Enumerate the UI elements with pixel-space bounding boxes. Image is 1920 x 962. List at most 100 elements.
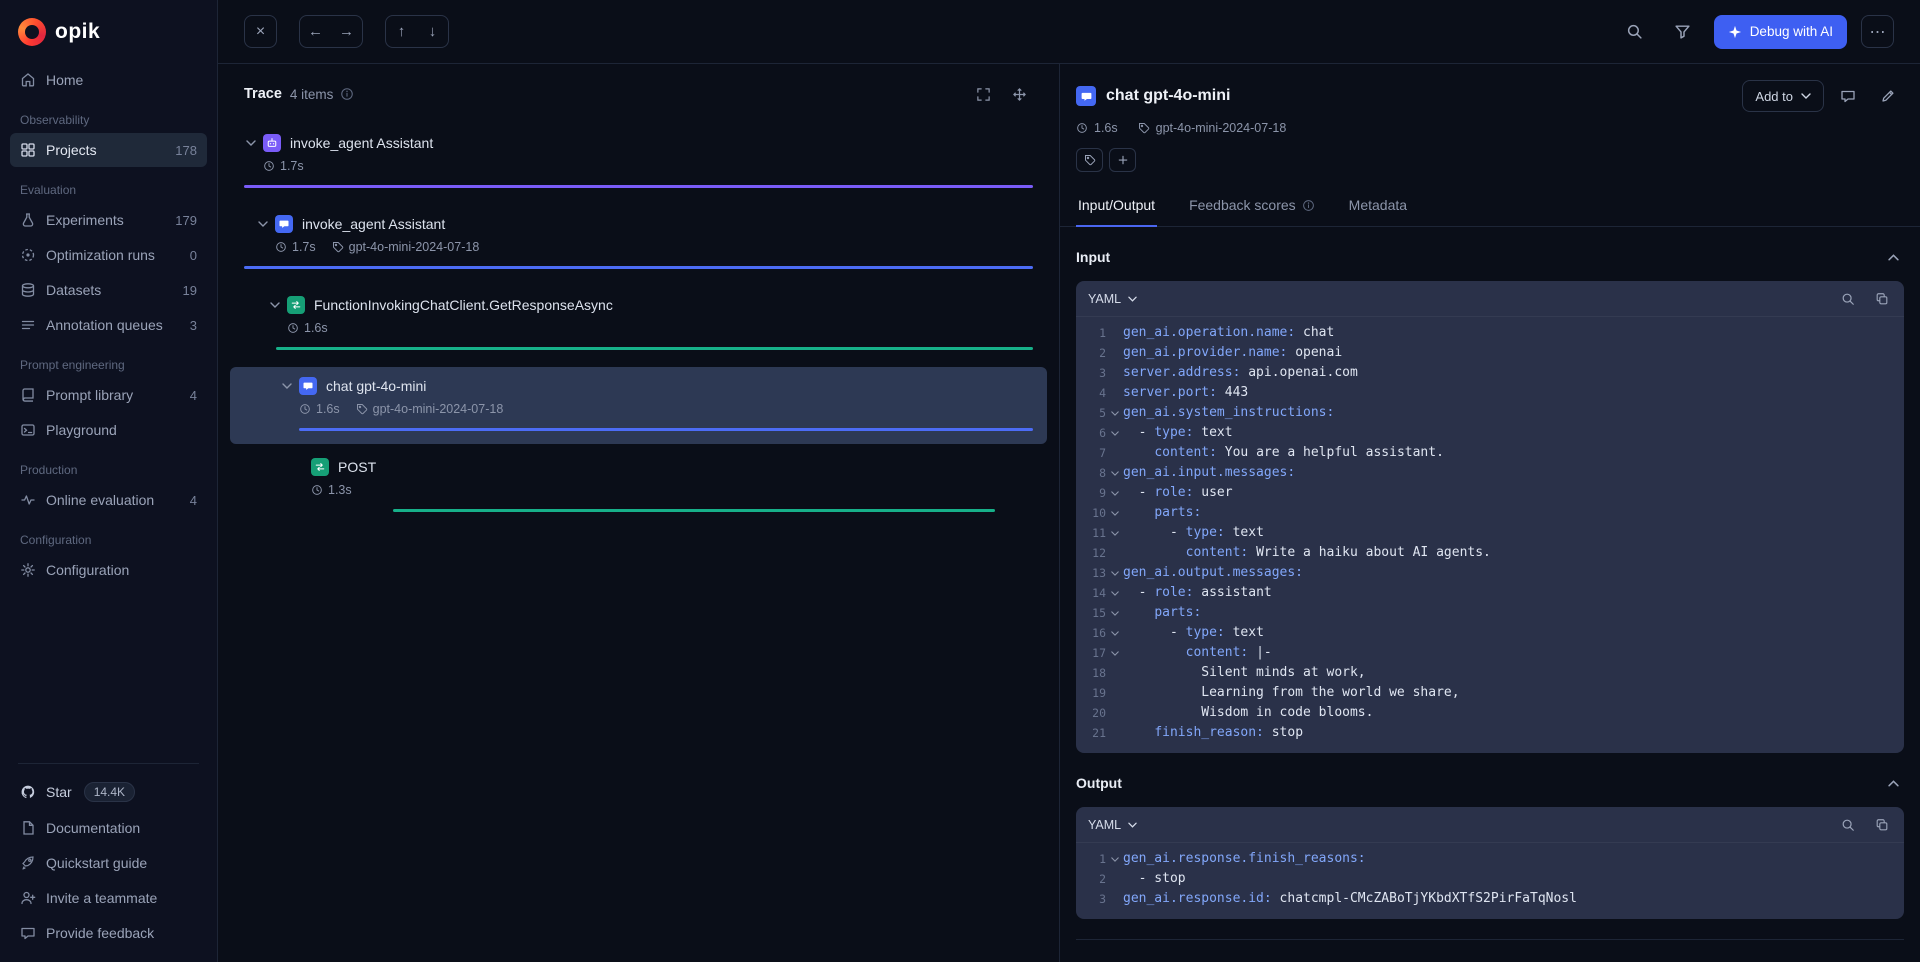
yaml-format-select[interactable]: YAML: [1088, 292, 1137, 306]
sidebar-item-projects[interactable]: Projects 178: [10, 133, 207, 167]
fold-chevron-icon[interactable]: [1106, 403, 1123, 423]
sidebar-item-home[interactable]: Home: [10, 63, 207, 97]
line-number: 2: [1076, 869, 1106, 889]
section-label-production: Production: [20, 463, 197, 477]
sidebar-item-configuration[interactable]: Configuration: [10, 553, 207, 587]
sidebar-item-feedback[interactable]: Provide feedback: [10, 915, 207, 950]
datasets-count: 19: [183, 283, 197, 298]
fold-chevron-icon[interactable]: [1106, 849, 1123, 869]
code-text: Learning from the world we share,: [1123, 683, 1460, 703]
code-search-button[interactable]: [1838, 289, 1858, 309]
code-text: gen_ai.provider.name: openai: [1123, 343, 1342, 363]
fold-chevron-icon[interactable]: [1106, 563, 1123, 583]
collapse-input-button[interactable]: [1882, 246, 1904, 268]
fold-chevron-icon[interactable]: [1106, 463, 1123, 483]
yaml-format-select[interactable]: YAML: [1088, 818, 1137, 832]
app-logo[interactable]: opik: [0, 0, 217, 62]
user-plus-icon: [20, 890, 36, 906]
code-line: 1gen_ai.operation.name: chat: [1076, 323, 1904, 343]
fit-view-button[interactable]: [969, 80, 997, 108]
add-tag-button[interactable]: [1076, 148, 1103, 172]
tag-icon: [332, 241, 344, 253]
sidebar-item-online-evaluation[interactable]: Online evaluation 4: [10, 483, 207, 517]
fold-chevron-icon[interactable]: [1106, 623, 1123, 643]
fold-chevron-icon[interactable]: [1106, 423, 1123, 443]
filter-button[interactable]: [1666, 15, 1700, 49]
sidebar-item-prompt-library[interactable]: Prompt library 4: [10, 378, 207, 412]
line-number: 18: [1076, 663, 1106, 683]
fold-chevron-icon[interactable]: [1106, 643, 1123, 663]
span-bar: [244, 266, 1033, 269]
copy-button[interactable]: [1872, 815, 1892, 835]
span-bar: [244, 185, 1033, 188]
chevron-up-icon: [1888, 780, 1899, 787]
sidebar-item-invite[interactable]: Invite a teammate: [10, 880, 207, 915]
github-star-button[interactable]: Star 14.4K: [10, 774, 207, 810]
tool-span-icon: [287, 296, 305, 314]
optimization-runs-count: 0: [190, 248, 197, 263]
sidebar-item-experiments[interactable]: Experiments 179: [10, 203, 207, 237]
copy-icon: [1875, 818, 1889, 832]
tag-actions: [1076, 148, 1904, 172]
prompt-library-count: 4: [190, 388, 197, 403]
span-duration: 1.7s: [292, 240, 316, 254]
input-yaml-code: 1gen_ai.operation.name: chat2gen_ai.prov…: [1076, 317, 1904, 753]
chevron-down-icon[interactable]: [256, 221, 270, 227]
fold-chevron-icon[interactable]: [1106, 603, 1123, 623]
fold-chevron-icon[interactable]: [1106, 583, 1123, 603]
code-text: parts:: [1123, 503, 1201, 523]
trace-row-post[interactable]: POST 1.3s: [230, 448, 1047, 525]
sidebar-item-annotation-queues[interactable]: Annotation queues 3: [10, 308, 207, 342]
divider: [18, 763, 199, 764]
fold-chevron-icon[interactable]: [1106, 503, 1123, 523]
edit-button[interactable]: [1872, 80, 1904, 112]
debug-with-ai-button[interactable]: Debug with AI: [1714, 15, 1847, 49]
add-button[interactable]: [1109, 148, 1136, 172]
code-search-button[interactable]: [1838, 815, 1858, 835]
chevron-down-icon[interactable]: [280, 383, 294, 389]
code-line: 8gen_ai.input.messages:: [1076, 463, 1904, 483]
output-code-block: YAML 1gen_ai.response.finish_reasons:2 -…: [1076, 807, 1904, 919]
search-icon: [1841, 292, 1855, 306]
next-trace-button[interactable]: →: [331, 16, 362, 47]
collapse-output-button[interactable]: [1882, 772, 1904, 794]
rocket-icon: [20, 855, 36, 871]
fold-chevron-icon[interactable]: [1106, 483, 1123, 503]
code-line: 21 finish_reason: stop: [1076, 723, 1904, 743]
chevron-down-icon[interactable]: [268, 302, 282, 308]
previous-span-button[interactable]: ↑: [386, 16, 417, 47]
trace-row-invoke-agent-2[interactable]: invoke_agent Assistant 1.7s gpt-4o-mini-…: [230, 205, 1047, 282]
sidebar-item-playground[interactable]: Playground: [10, 413, 207, 447]
tab-metadata[interactable]: Metadata: [1347, 188, 1409, 227]
sidebar-item-documentation[interactable]: Documentation: [10, 810, 207, 845]
annotation-queues-count: 3: [190, 318, 197, 333]
code-text: - type: text: [1123, 423, 1233, 443]
comments-button[interactable]: [1832, 80, 1864, 112]
search-button[interactable]: [1618, 15, 1652, 49]
span-model: gpt-4o-mini-2024-07-18: [1156, 121, 1287, 135]
sidebar-item-quickstart[interactable]: Quickstart guide: [10, 845, 207, 880]
add-to-button[interactable]: Add to: [1742, 80, 1824, 112]
previous-trace-button[interactable]: ←: [300, 16, 331, 47]
sidebar-item-optimization-runs[interactable]: Optimization runs 0: [10, 238, 207, 272]
sidebar-item-datasets[interactable]: Datasets 19: [10, 273, 207, 307]
info-icon: [340, 87, 354, 101]
expand-all-button[interactable]: [1005, 80, 1033, 108]
more-actions-button[interactable]: ⋯: [1861, 15, 1894, 48]
tab-input-output[interactable]: Input/Output: [1076, 188, 1157, 227]
copy-button[interactable]: [1872, 289, 1892, 309]
tab-feedback-scores[interactable]: Feedback scores: [1187, 188, 1317, 227]
clock-icon: [1076, 122, 1088, 134]
chevron-down-icon[interactable]: [244, 140, 258, 146]
fold-chevron-icon[interactable]: [1106, 523, 1123, 543]
code-text: content: Write a haiku about AI agents.: [1123, 543, 1491, 563]
online-evaluation-count: 4: [190, 493, 197, 508]
input-section-title: Input: [1076, 249, 1110, 265]
trace-row-chat-gpt-4o-mini[interactable]: chat gpt-4o-mini 1.6s gpt-4o-mini-2024-0…: [230, 367, 1047, 444]
next-span-button[interactable]: ↓: [417, 16, 448, 47]
clock-icon: [263, 160, 275, 172]
close-trace-button[interactable]: ×: [244, 15, 277, 48]
line-number: 17: [1076, 643, 1106, 663]
trace-row-getresponseasync[interactable]: FunctionInvokingChatClient.GetResponseAs…: [230, 286, 1047, 363]
trace-row-invoke-agent-1[interactable]: invoke_agent Assistant 1.7s: [230, 124, 1047, 201]
